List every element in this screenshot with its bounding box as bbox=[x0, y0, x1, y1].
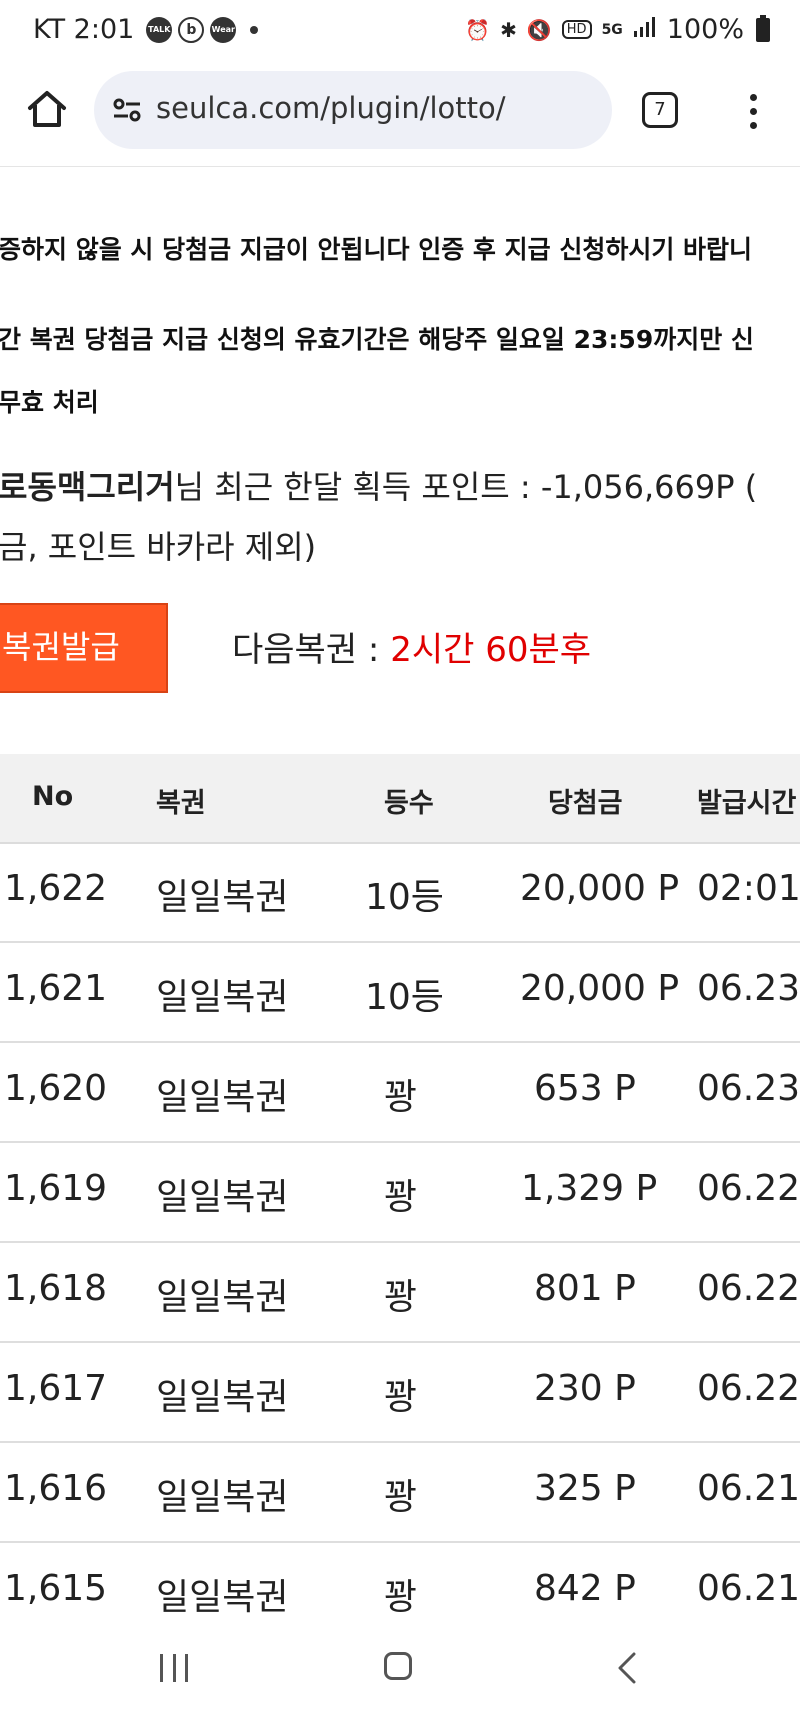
wear-notification-icon: Wear bbox=[210, 16, 237, 43]
toolbar-divider bbox=[0, 166, 800, 167]
cell-time: 06.21 bbox=[697, 1568, 800, 1609]
nav-home-icon[interactable] bbox=[384, 1652, 412, 1680]
cell-rank: 꽝 bbox=[384, 1277, 418, 1318]
cell-rank: 꽝 bbox=[384, 1077, 418, 1118]
hd-icon: HD bbox=[561, 20, 592, 39]
cell-time: 06.21 bbox=[697, 1468, 800, 1509]
username: 로동맥그리거 bbox=[0, 468, 175, 506]
cell-no: 1,620 bbox=[4, 1068, 108, 1109]
alarm-icon: ⏰ bbox=[465, 17, 491, 42]
table-row: 1,617 일일복권 꽝 230 P 06.22 bbox=[0, 1342, 800, 1443]
next-lotto-label: 다음복권 : bbox=[232, 630, 391, 670]
points-note: 금, 포인트 바카라 제외) bbox=[0, 528, 317, 566]
kakaotalk-notification-icon: TALK bbox=[146, 16, 173, 43]
cell-prize: 801 P bbox=[534, 1268, 636, 1309]
cell-lotto: 일일복권 bbox=[156, 977, 289, 1018]
cell-prize: 1,329 P bbox=[521, 1168, 658, 1209]
home-icon bbox=[28, 91, 66, 127]
more-notifications-icon bbox=[250, 25, 259, 34]
battery-icon bbox=[756, 14, 770, 42]
status-right: ⏰ ✱ 🔇 HD 5G 100% bbox=[465, 14, 770, 45]
bluetooth-icon: ✱ bbox=[500, 17, 517, 42]
col-no: No bbox=[32, 781, 74, 812]
status-time: KT 2:01 bbox=[33, 14, 135, 45]
address-bar[interactable]: seulca.com/plugin/lotto/ bbox=[94, 71, 612, 149]
vibrate-icon: 🔇 bbox=[526, 17, 552, 42]
cell-lotto: 일일복권 bbox=[156, 877, 289, 918]
cell-lotto: 일일복권 bbox=[156, 1377, 289, 1418]
cell-no: 1,618 bbox=[4, 1268, 108, 1309]
cell-no: 1,619 bbox=[4, 1168, 108, 1209]
cell-rank: 꽝 bbox=[384, 1177, 418, 1218]
tab-switcher-button[interactable]: 7 bbox=[642, 92, 678, 128]
cell-prize: 842 P bbox=[534, 1568, 636, 1609]
5g-icon: 5G bbox=[601, 21, 623, 38]
cell-prize: 230 P bbox=[534, 1368, 636, 1409]
table-row: 1,616 일일복권 꽝 325 P 06.21 bbox=[0, 1442, 800, 1543]
cell-no: 1,617 bbox=[4, 1368, 108, 1409]
notice-line-3: 무효 처리 bbox=[0, 388, 99, 417]
cell-time: 06.22 bbox=[697, 1368, 800, 1409]
cell-no: 1,615 bbox=[4, 1568, 108, 1609]
col-prize: 당첨금 bbox=[548, 788, 623, 819]
cell-no: 1,621 bbox=[4, 968, 108, 1009]
cell-time: 06.23 bbox=[697, 1068, 800, 1109]
cell-lotto: 일일복권 bbox=[156, 1277, 289, 1318]
cell-rank: 10등 bbox=[365, 877, 444, 918]
recent-apps-icon[interactable] bbox=[160, 1654, 188, 1682]
table-header: No 복권 등수 당첨금 발급시간 bbox=[0, 754, 800, 844]
cell-time: 02:01 bbox=[697, 868, 800, 909]
col-rank: 등수 bbox=[384, 788, 434, 819]
cell-time: 06.22 bbox=[697, 1268, 800, 1309]
table-row: 1,620 일일복권 꽝 653 P 06.23 bbox=[0, 1042, 800, 1143]
cell-rank: 꽝 bbox=[384, 1377, 418, 1418]
more-menu-icon[interactable] bbox=[738, 90, 768, 132]
cell-lotto: 일일복권 bbox=[156, 1177, 289, 1218]
back-icon[interactable] bbox=[614, 1650, 642, 1686]
b-app-notification-icon: b bbox=[178, 16, 205, 43]
cell-no: 1,616 bbox=[4, 1468, 108, 1509]
issue-lotto-button[interactable]: 복권발급 bbox=[0, 603, 168, 693]
col-issued-time: 발급시간 bbox=[697, 788, 797, 819]
cell-lotto: 일일복권 bbox=[156, 1477, 289, 1518]
cell-lotto: 일일복권 bbox=[156, 1577, 289, 1618]
cell-rank: 꽝 bbox=[384, 1477, 418, 1518]
cell-prize: 653 P bbox=[534, 1068, 636, 1109]
table-row: 1,622 일일복권 10등 20,000 P 02:01 bbox=[0, 842, 800, 943]
cell-rank: 10등 bbox=[365, 977, 444, 1018]
next-lotto: 다음복권 : 2시간 60분후 bbox=[232, 622, 591, 671]
cell-time: 06.22 bbox=[697, 1168, 800, 1209]
cell-time: 06.23 bbox=[697, 968, 800, 1009]
cell-prize: 325 P bbox=[534, 1468, 636, 1509]
notice-line-2: 간 복권 당첨금 지급 신청의 유효기간은 해당주 일요일 23:59까지만 신 bbox=[0, 325, 754, 354]
site-settings-icon[interactable] bbox=[112, 95, 142, 125]
home-button[interactable] bbox=[24, 86, 70, 132]
cell-prize: 20,000 P bbox=[520, 868, 680, 909]
cell-rank: 꽝 bbox=[384, 1577, 418, 1618]
cell-no: 1,622 bbox=[4, 868, 108, 909]
status-bar: KT 2:01 TALK b Wear ⏰ ✱ 🔇 HD 5G 100% bbox=[0, 0, 800, 66]
system-nav-bar bbox=[0, 1618, 800, 1716]
points-text: 님 최근 한달 획득 포인트 : -1,056,669P ( bbox=[174, 468, 758, 506]
table-row: 1,619 일일복권 꽝 1,329 P 06.22 bbox=[0, 1142, 800, 1243]
notice-line-1: 증하지 않을 시 당첨금 지급이 안됩니다 인증 후 지급 신청하시기 바랍니 bbox=[0, 235, 753, 264]
cell-prize: 20,000 P bbox=[520, 968, 680, 1009]
table-row: 1,621 일일복권 10등 20,000 P 06.23 bbox=[0, 942, 800, 1043]
monthly-points: 로동맥그리거님 최근 한달 획득 포인트 : -1,056,669P ( bbox=[0, 462, 757, 508]
next-lotto-time: 2시간 60분후 bbox=[390, 630, 592, 670]
table-row: 1,618 일일복권 꽝 801 P 06.22 bbox=[0, 1242, 800, 1343]
status-left: KT 2:01 TALK b Wear bbox=[33, 14, 259, 45]
battery-percent: 100% bbox=[666, 14, 744, 45]
col-lotto: 복권 bbox=[156, 788, 206, 819]
signal-icon bbox=[633, 14, 657, 45]
browser-toolbar: seulca.com/plugin/lotto/ 7 bbox=[0, 66, 800, 166]
url-text[interactable]: seulca.com/plugin/lotto/ bbox=[156, 91, 506, 125]
cell-lotto: 일일복권 bbox=[156, 1077, 289, 1118]
